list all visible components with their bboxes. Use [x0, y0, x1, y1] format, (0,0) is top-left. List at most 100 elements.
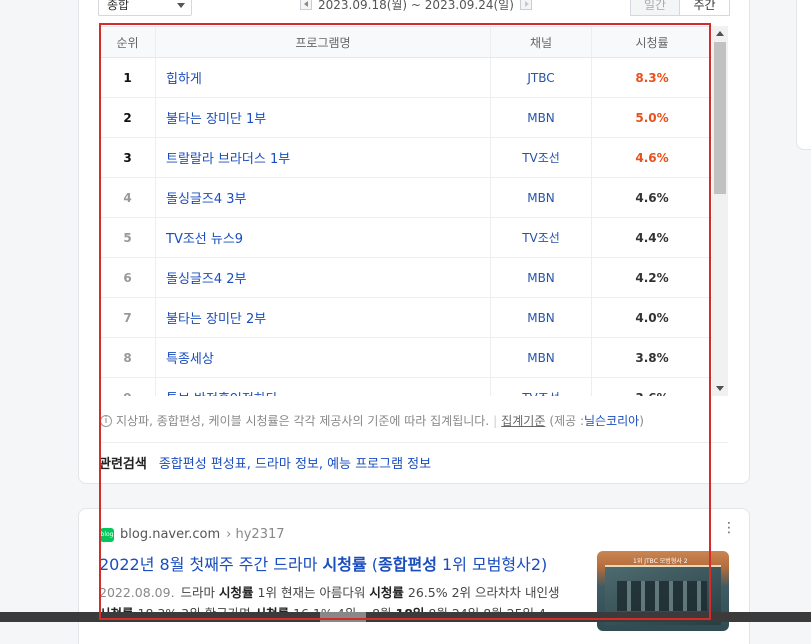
- program-link[interactable]: 돌싱글즈4 3부: [156, 178, 491, 217]
- program-link[interactable]: TV조선 뉴스9: [156, 218, 491, 257]
- header-program: 프로그램명: [156, 27, 491, 57]
- table-row: 9 특보 반전혼인전하다 TV조선 3.6%: [100, 378, 728, 396]
- table-scrollbar[interactable]: [712, 26, 728, 396]
- rating-cell: 5.0%: [635, 110, 669, 125]
- header-channel: 채널: [491, 27, 592, 57]
- category-select-value: 종합: [107, 0, 130, 12]
- provider-link[interactable]: 닐슨코리아: [584, 412, 639, 429]
- table-row: 7 불타는 장미단 2부 MBN 4.0%: [100, 298, 728, 338]
- title-text: (: [366, 555, 379, 574]
- snippet-text: 26.5% 2위 으라차차 내인: [403, 585, 548, 600]
- header-rank: 순위: [100, 27, 156, 57]
- header-rating: 시청률: [635, 35, 669, 50]
- horizontal-scrollbar[interactable]: [0, 612, 811, 622]
- table-row: 6 돌싱글즈4 2부 MBN 4.2%: [100, 258, 728, 298]
- rank-cell: 4: [100, 178, 156, 217]
- program-link[interactable]: 특보 반전혼인전하다: [156, 378, 491, 396]
- table-row: 3 트랄랄라 브라더스 1부 TV조선 4.6%: [100, 138, 728, 178]
- title-highlight: 종합편성: [378, 555, 437, 574]
- scroll-down-arrow-icon[interactable]: [716, 386, 724, 391]
- program-link[interactable]: 돌싱글즈4 2부: [156, 258, 491, 297]
- blog-icon: blog: [100, 527, 114, 542]
- rank-cell: 9: [100, 378, 156, 396]
- chevron-down-icon: [177, 3, 185, 8]
- rating-cell: 4.6%: [635, 150, 669, 165]
- rating-cell: 4.2%: [635, 270, 669, 285]
- channel-link[interactable]: MBN: [491, 338, 592, 377]
- channel-link[interactable]: MBN: [491, 98, 592, 137]
- date-range-label: 2023.09.18(월) ~ 2023.09.24(일): [318, 0, 514, 12]
- note-separator: |: [493, 413, 498, 428]
- date-navigator: 2023.09.18(월) ~ 2023.09.24(일): [300, 0, 532, 13]
- snippet-text: 생: [547, 585, 560, 600]
- more-options-icon[interactable]: ⋮: [722, 521, 736, 535]
- rank-cell: 3: [100, 138, 156, 177]
- ratings-table: 순위 프로그램명 채널 시청률 1 힙하게 JTBC 8.3% 2 불타는 장미…: [100, 26, 728, 396]
- tab-daily[interactable]: 일간: [630, 0, 680, 16]
- tab-weekly[interactable]: 주간: [680, 0, 730, 16]
- table-row: 4 돌싱글즈4 3부 MBN 4.6%: [100, 178, 728, 218]
- related-links[interactable]: 종합편성 편성표, 드라마 정보, 예능 프로그램 정보: [159, 453, 431, 472]
- table-row: 8 특종세상 MBN 3.8%: [100, 338, 728, 378]
- snippet-text: 1위 현재는 아름다워: [253, 585, 370, 600]
- blog-crumb[interactable]: › hy2317: [226, 527, 284, 542]
- prev-week-arrow-icon[interactable]: [300, 0, 312, 10]
- channel-link[interactable]: JTBC: [491, 58, 592, 97]
- channel-link[interactable]: TV조선: [491, 378, 592, 396]
- channel-link[interactable]: MBN: [491, 298, 592, 337]
- rank-cell: 8: [100, 338, 156, 377]
- rating-cell: 3.6%: [592, 378, 712, 397]
- title-text: 1위 모범형사2): [436, 555, 548, 574]
- title-highlight: 시청률: [322, 555, 367, 574]
- related-label: 관련검색: [99, 457, 147, 472]
- rating-cell: 4.0%: [635, 310, 669, 325]
- rating-cell: 4.6%: [635, 190, 669, 205]
- category-select[interactable]: 종합: [98, 0, 192, 16]
- rating-cell: 8.3%: [635, 70, 669, 85]
- blog-domain[interactable]: blog.naver.com: [120, 527, 220, 542]
- program-link[interactable]: 불타는 장미단 2부: [156, 298, 491, 337]
- program-link[interactable]: 힙하게: [156, 58, 491, 97]
- note-text: 지상파, 종합편성, 케이블 시청률은 각각 제공사의 기준에 따라 집계됩니다…: [116, 414, 490, 428]
- horizontal-scrollbar-thumb[interactable]: [320, 612, 366, 622]
- divider: [100, 442, 728, 443]
- ratings-note: i 지상파, 종합편성, 케이블 시청률은 각각 제공사의 기준에 따라 집계됩…: [100, 412, 728, 429]
- rank-cell: 5: [100, 218, 156, 257]
- title-text: 2022년 8월 첫째주 주간 드라마: [99, 555, 323, 574]
- program-link[interactable]: 특종세상: [156, 338, 491, 377]
- program-link[interactable]: 트랄랄라 브라더스 1부: [156, 138, 491, 177]
- table-row: 1 힙하게 JTBC 8.3%: [100, 58, 728, 98]
- snippet-highlight: 시청률: [369, 585, 404, 600]
- scrollbar-thumb[interactable]: [714, 42, 726, 194]
- program-link[interactable]: 불타는 장미단 1부: [156, 98, 491, 137]
- blog-date: 2022.08.09.: [99, 585, 175, 600]
- provider-prefix: (제공 :: [549, 414, 585, 428]
- rating-cell: 3.8%: [635, 350, 669, 365]
- table-header: 순위 프로그램명 채널 시청률: [100, 27, 728, 58]
- snippet-highlight: 시청률: [219, 585, 254, 600]
- next-week-arrow-icon[interactable]: [519, 0, 532, 10]
- rating-cell: 4.4%: [635, 230, 669, 245]
- criteria-link[interactable]: 집계기준: [501, 412, 545, 429]
- rank-cell: 1: [100, 58, 156, 97]
- info-icon: i: [100, 414, 112, 427]
- rank-cell: 7: [100, 298, 156, 337]
- table-row: 2 불타는 장미단 1부 MBN 5.0%: [100, 98, 728, 138]
- rank-cell: 6: [100, 258, 156, 297]
- channel-link[interactable]: MBN: [491, 178, 592, 217]
- thumbnail-caption: 1위 JTBC 모범형사 2: [633, 558, 688, 565]
- period-tabs: 일간 주간: [630, 0, 730, 16]
- provider-suffix: ): [639, 413, 644, 428]
- poster-figures: [617, 581, 707, 611]
- channel-link[interactable]: TV조선: [491, 218, 592, 257]
- related-searches: 관련검색 종합편성 편성표, 드라마 정보, 예능 프로그램 정보: [99, 453, 431, 472]
- snippet-text: 드라마: [180, 585, 220, 600]
- table-row: 5 TV조선 뉴스9 TV조선 4.4%: [100, 218, 728, 258]
- scroll-up-arrow-icon[interactable]: [716, 31, 724, 36]
- blog-title-link[interactable]: 2022년 8월 첫째주 주간 드라마 시청률 (종합편성 1위 모범형사2): [99, 551, 579, 575]
- channel-link[interactable]: MBN: [491, 258, 592, 297]
- channel-link[interactable]: TV조선: [491, 138, 592, 177]
- side-panel-edge: [796, 0, 811, 150]
- rank-cell: 2: [100, 98, 156, 137]
- blog-source: blog blog.naver.com › hy2317: [100, 527, 285, 542]
